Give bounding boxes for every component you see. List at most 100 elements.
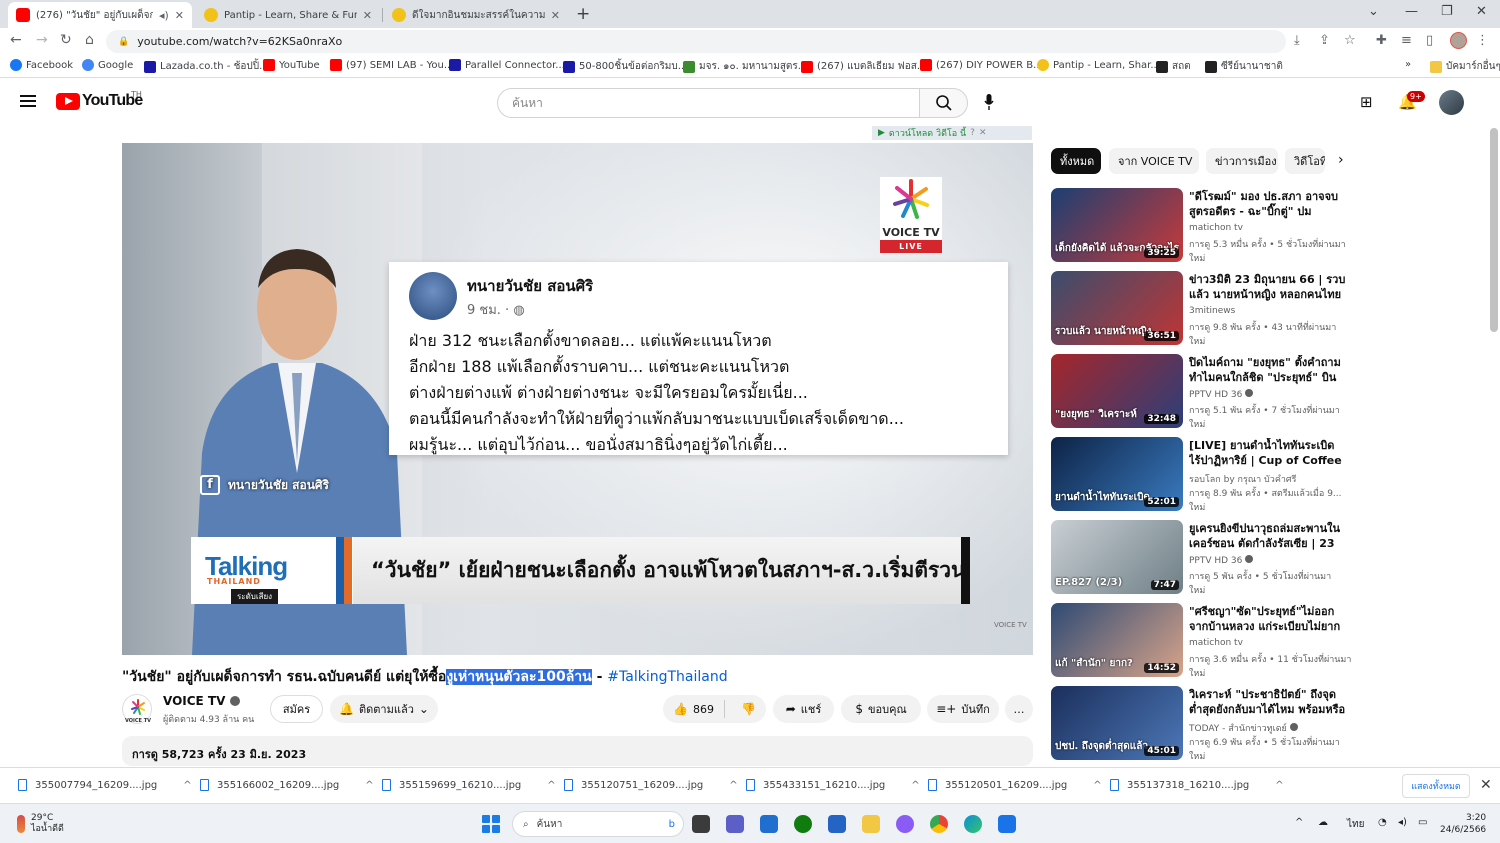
microphone-icon[interactable] (984, 94, 994, 110)
description-box[interactable]: การดู 58,723 ครั้ง 23 มิ.ย. 2023 (122, 736, 1033, 766)
browser-menu-icon[interactable]: ⋮ (1476, 33, 1489, 48)
chevron-up-icon[interactable]: ^ (1093, 780, 1101, 791)
cloud-icon[interactable]: ☁ (1318, 817, 1328, 828)
page-scrollbar[interactable] (1490, 128, 1498, 332)
file-explorer-icon[interactable] (862, 815, 880, 833)
audio-icon[interactable]: ◂) (159, 9, 169, 22)
input-language[interactable]: ไทย (1347, 817, 1364, 832)
related-channel[interactable]: 3mitinews (1189, 306, 1235, 316)
save-button[interactable]: ≡+ บันทึก (927, 695, 999, 723)
maximize-button[interactable]: ❐ (1441, 4, 1453, 19)
channel-name[interactable]: VOICE TV (163, 694, 241, 708)
weather-widget[interactable]: 29°C ไอน้ำดีดี (17, 813, 64, 835)
related-channel[interactable]: รอบโลก by กรุณา บัวคำศรี (1189, 472, 1296, 486)
bookmark-item[interactable]: 50-800ชิ้นข้อต่อกริมบ... (563, 59, 687, 74)
bookmark-star-icon[interactable]: ☆ (1344, 33, 1356, 48)
related-video-item[interactable]: แก้ "สำนัก" ยาก? 14:52 "ศรีชญา"ซัด"ประยุ… (1051, 603, 1351, 679)
download-item[interactable]: 355120751_16209....jpg ^ (564, 779, 738, 791)
join-button[interactable]: สมัคร (270, 695, 323, 723)
mail-icon[interactable] (760, 815, 778, 833)
copilot-icon[interactable] (896, 815, 914, 833)
related-thumbnail[interactable]: ยานดำน้ำไททันระเบิด 52:01 (1051, 437, 1183, 511)
chip-videos[interactable]: วิดีโอที่ (1285, 148, 1325, 174)
chevron-up-icon[interactable]: ^ (1275, 780, 1283, 791)
related-thumbnail[interactable]: รวบแล้ว นายหน้าหญิง 36:51 (1051, 271, 1183, 345)
share-page-icon[interactable]: ⇪ (1319, 33, 1330, 48)
related-title[interactable]: วิเคราะห์ "ประชาธิปัตย์" ถึงจุดต่ำสุดยัง… (1189, 687, 1349, 717)
download-item[interactable]: 355137318_16210....jpg ^ (1110, 779, 1284, 791)
chip-from-channel[interactable]: จาก VOICE TV (1109, 148, 1199, 174)
show-all-downloads-button[interactable]: แสดงทั้งหมด (1402, 774, 1470, 798)
chip-all[interactable]: ทั้งหมด (1051, 148, 1101, 174)
chevron-up-icon[interactable]: ^ (365, 780, 373, 791)
teams-chat-icon[interactable] (726, 815, 744, 833)
chevron-up-icon[interactable]: ^ (183, 780, 191, 791)
thanks-button[interactable]: $ ขอบคุณ (841, 695, 921, 723)
bookmark-item[interactable]: สถต (1156, 59, 1191, 74)
bookmark-item[interactable]: (267) แบตลิเธียม ฟอส... (801, 59, 926, 74)
back-arrow-icon[interactable]: ← (10, 32, 22, 48)
related-channel[interactable]: TODAY - สำนักข่าวทูเดย์ (1189, 721, 1298, 735)
menu-icon[interactable] (20, 95, 36, 107)
close-icon[interactable]: ✕ (979, 128, 987, 138)
related-channel[interactable]: PPTV HD 36 (1189, 389, 1254, 400)
bookmark-item[interactable]: ซีรีย์นานาชาติ (1205, 59, 1283, 74)
close-window-button[interactable]: ✕ (1476, 4, 1487, 19)
speaker-icon[interactable]: ◂) (1398, 817, 1407, 828)
account-avatar[interactable] (1439, 90, 1464, 115)
chip-politics-news[interactable]: ข่าวการเมือง (1206, 148, 1278, 174)
install-app-icon[interactable]: ⤓ (1294, 33, 1300, 48)
chrome-icon[interactable] (930, 815, 948, 833)
search-button[interactable] (919, 88, 968, 118)
related-video-item[interactable]: EP.827 (2/3) 7:47 ยูเครนยิงขีปนาวุธถล่มส… (1051, 520, 1351, 596)
tab-search-icon[interactable]: ⌄ (1368, 4, 1379, 19)
task-view-icon[interactable] (692, 815, 710, 833)
related-video-item[interactable]: "ยงยุทธ" วิเคราะห์ 32:48 ปิดไมค์ถาม "ยงย… (1051, 354, 1351, 430)
new-tab-button[interactable]: + (576, 4, 590, 24)
create-video-icon[interactable]: ⊞ (1360, 93, 1373, 111)
related-thumbnail[interactable]: ปชป. ถึงจุดต่ำสุดแล้ว 45:01 (1051, 686, 1183, 760)
related-title[interactable]: "ศรีชญา"ซัด"ประยุทธ์"ไม่ออกจากบ้านหลวง แ… (1189, 604, 1349, 634)
bookmark-item[interactable]: Parallel Connector... (449, 59, 565, 71)
related-title[interactable]: ยูเครนยิงขีปนาวุธถล่มสะพานในเคอร์ซอน ตัด… (1189, 521, 1349, 551)
related-title[interactable]: ข่าว3มิติ 23 มิถุนายน 66 | รวบแล้ว นายหน… (1189, 272, 1349, 302)
media-control-icon[interactable]: ≡ (1401, 33, 1412, 48)
tray-chevron-up-icon[interactable]: ^ (1295, 817, 1303, 828)
related-channel[interactable]: matichon tv (1189, 223, 1243, 233)
related-thumbnail[interactable]: เด็กยังคิดได้ แล้วจะกลัวอะไร 39:25 (1051, 188, 1183, 262)
bookmark-item[interactable]: YouTube (263, 59, 320, 71)
reload-icon[interactable]: ↻ (60, 32, 72, 48)
close-tab-icon[interactable]: ✕ (551, 9, 560, 22)
download-item[interactable]: 355166002_16209....jpg ^ (200, 779, 374, 791)
subscribed-button[interactable]: 🔔 ติดตามแล้ว ⌄ (330, 695, 438, 723)
more-actions-button[interactable]: … (1005, 695, 1033, 723)
bookmark-item[interactable]: Pantip - Learn, Shar... (1037, 59, 1160, 71)
thumbs-up-icon[interactable]: 👍 (673, 702, 688, 716)
address-bar[interactable]: 🔒 youtube.com/watch?v=62KSa0nraXo (106, 30, 1286, 53)
related-video-item[interactable]: ปชป. ถึงจุดต่ำสุดแล้ว 45:01 วิเคราะห์ "ป… (1051, 686, 1351, 762)
forward-arrow-icon[interactable]: → (36, 32, 48, 48)
side-panel-icon[interactable]: ▯ (1426, 33, 1433, 48)
home-icon[interactable]: ⌂ (85, 32, 94, 48)
video-player[interactable]: VOICE TV LIVE ทนายวันชัย สอนศิริ 9 ชม. ·… (122, 143, 1033, 655)
battery-icon[interactable]: ▭ (1418, 817, 1427, 828)
app-icon[interactable] (998, 815, 1016, 833)
hashtag-link[interactable]: #TalkingThailand (607, 669, 727, 685)
related-title[interactable]: [LIVE] ยานดำน้ำไททันระเบิด ไร้ปาฏิหาริย์… (1189, 438, 1349, 468)
media-app-icon[interactable] (828, 815, 846, 833)
download-item[interactable]: 355159699_16210....jpg ^ (382, 779, 556, 791)
related-thumbnail[interactable]: EP.827 (2/3) 7:47 (1051, 520, 1183, 594)
related-thumbnail[interactable]: แก้ "สำนัก" ยาก? 14:52 (1051, 603, 1183, 677)
xbox-icon[interactable] (794, 815, 812, 833)
related-video-item[interactable]: เด็กยังคิดได้ แล้วจะกลัวอะไร 39:25 "ดีโร… (1051, 188, 1351, 264)
video-download-bar[interactable]: ▶ ดาวน์โหลด วิดีโอ นี้ ? ✕ (872, 126, 1032, 140)
youtube-logo-icon[interactable] (56, 93, 80, 110)
related-video-item[interactable]: รวบแล้ว นายหน้าหญิง 36:51 ข่าว3มิติ 23 ม… (1051, 271, 1351, 347)
bookmark-item[interactable]: (267) DIY POWER B... (920, 59, 1043, 71)
download-item[interactable]: 355120501_16209....jpg ^ (928, 779, 1102, 791)
related-thumbnail[interactable]: "ยงยุทธ" วิเคราะห์ 32:48 (1051, 354, 1183, 428)
chevron-up-icon[interactable]: ^ (911, 780, 919, 791)
close-downloads-icon[interactable]: ✕ (1480, 777, 1492, 793)
related-title[interactable]: ปิดไมค์ถาม "ยงยุทธ" ตั้งคำถาม ทำไมคนใกล้… (1189, 355, 1349, 385)
close-tab-icon[interactable]: ✕ (363, 9, 372, 22)
